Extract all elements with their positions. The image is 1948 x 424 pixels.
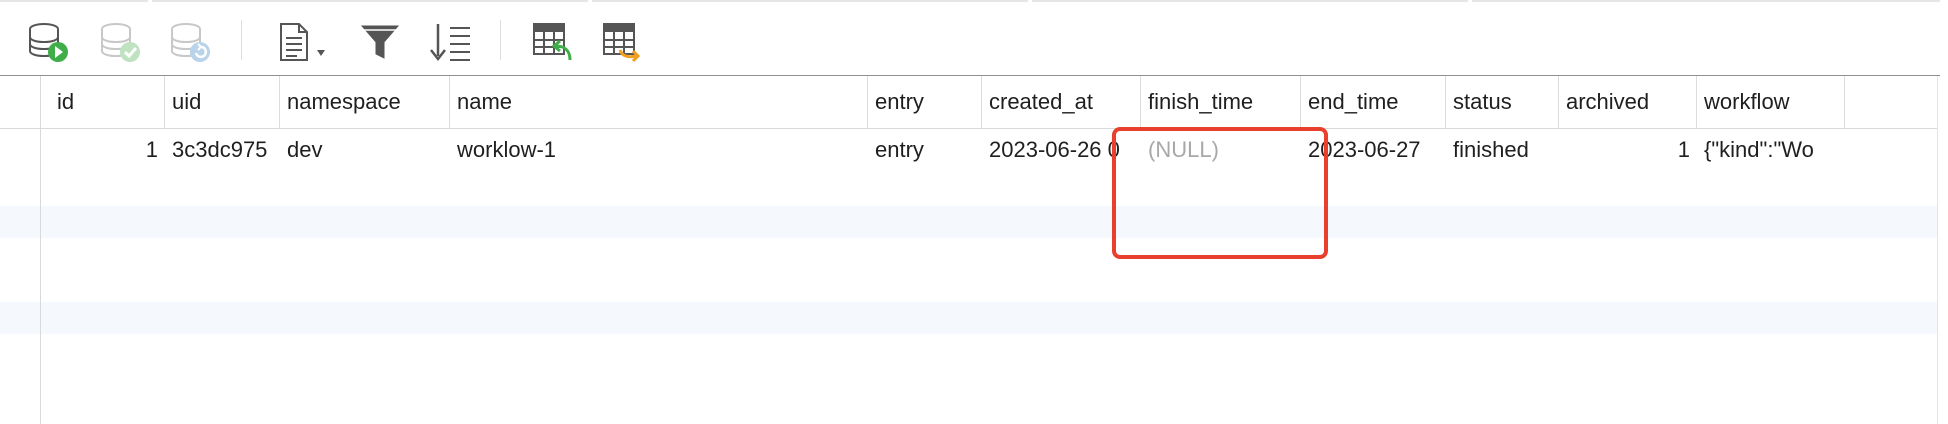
column-header-workflow[interactable]: workflow [1697, 76, 1845, 128]
cell-archived[interactable]: 1 [1559, 134, 1697, 166]
cell-created-at[interactable]: 2023-06-26 0 [982, 134, 1141, 166]
tab-strip-segment [592, 0, 1028, 2]
empty-row [0, 166, 1937, 198]
toolbar-separator [500, 20, 501, 60]
begin-transaction-button[interactable] [24, 18, 72, 66]
cell-status[interactable]: finished [1446, 134, 1559, 166]
table-row[interactable]: 1 3c3dc975 dev worklow-1 entry 2023-06-2… [0, 134, 1937, 166]
text-view-dropdown-button[interactable] [274, 18, 336, 66]
grid-right-border [1937, 76, 1938, 424]
table-import-icon [533, 23, 572, 61]
column-header-uid[interactable]: uid [165, 76, 280, 128]
column-header-name[interactable]: name [450, 76, 868, 128]
column-header-id[interactable]: id [50, 76, 165, 128]
empty-row [0, 238, 1937, 270]
cell-finish-time[interactable]: (NULL) [1141, 134, 1301, 166]
table-header-row: id uid namespace name entry created_at f… [0, 76, 1937, 129]
filter-icon [360, 25, 400, 59]
toolbar-separator [241, 20, 242, 60]
rollback-button[interactable] [166, 18, 214, 66]
tab-strip-segment [152, 0, 588, 2]
document-dropdown-icon [280, 23, 325, 61]
cell-uid[interactable]: 3c3dc975 [165, 134, 280, 166]
database-play-icon [29, 23, 68, 62]
cell-namespace[interactable]: dev [280, 134, 450, 166]
tab-strip-segment [1472, 0, 1940, 2]
tab-strip-segment [0, 0, 148, 2]
column-header-archived[interactable]: archived [1559, 76, 1697, 128]
toolbar [0, 0, 1940, 76]
cell-name[interactable]: worklow-1 [450, 134, 868, 166]
cell-id[interactable]: 1 [50, 134, 165, 166]
export-button[interactable] [598, 18, 646, 66]
cell-end-time[interactable]: 2023-06-27 [1301, 134, 1446, 166]
column-header-finish-time[interactable]: finish_time [1141, 76, 1301, 128]
column-header-namespace[interactable]: namespace [280, 76, 450, 128]
database-undo-icon [171, 23, 210, 62]
sort-icon [430, 24, 470, 62]
cell-workflow[interactable]: {"kind":"Wo [1697, 134, 1845, 166]
row-gutter-border [40, 76, 41, 424]
import-button[interactable] [528, 18, 576, 66]
column-header-entry[interactable]: entry [868, 76, 982, 128]
column-header-end-time[interactable]: end_time [1301, 76, 1446, 128]
column-header-created-at[interactable]: created_at [982, 76, 1141, 128]
cell-entry[interactable]: entry [868, 134, 982, 166]
empty-row [0, 206, 1937, 238]
result-grid: id uid namespace name entry created_at f… [0, 76, 1940, 424]
column-header-status[interactable]: status [1446, 76, 1559, 128]
commit-button[interactable] [96, 18, 144, 66]
table-export-icon [603, 23, 641, 63]
empty-row [0, 302, 1937, 334]
sort-button[interactable] [426, 18, 474, 66]
filter-button[interactable] [356, 18, 404, 66]
tab-strip-segment [1032, 0, 1468, 2]
database-check-icon [101, 23, 140, 62]
